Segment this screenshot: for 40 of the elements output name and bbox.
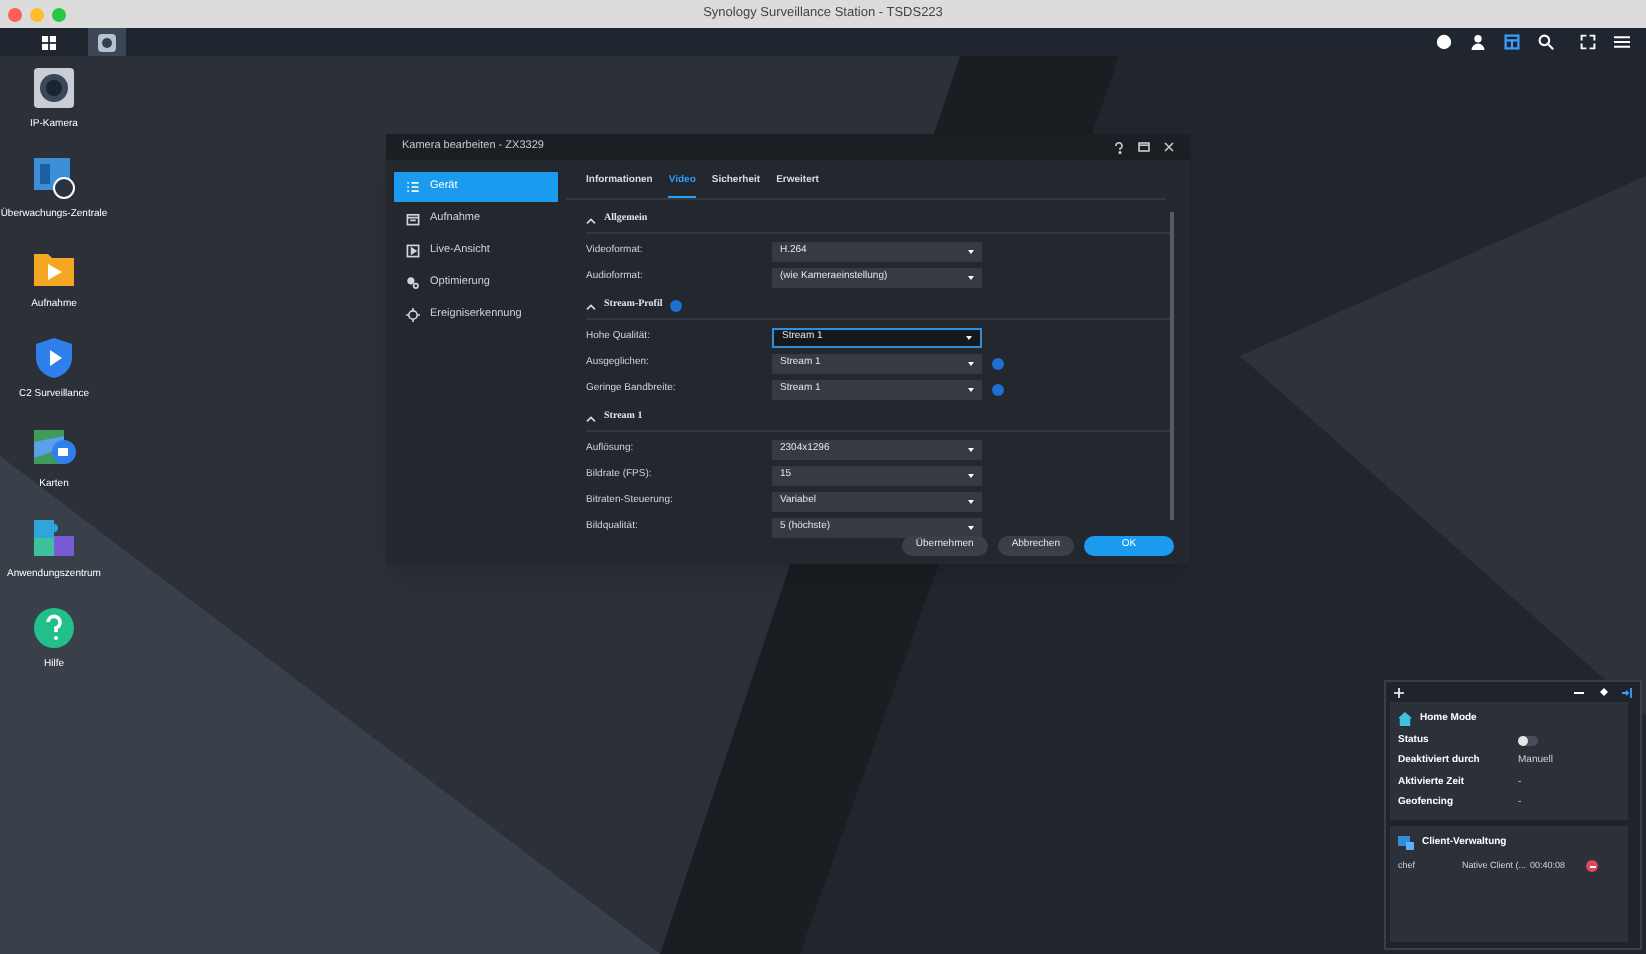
user-icon[interactable] [1470,34,1486,50]
menu-icon[interactable] [1614,34,1630,50]
add-icon[interactable] [1394,687,1404,697]
dropdown-caret-icon [968,275,974,279]
minimize-icon[interactable] [1574,691,1584,693]
collapse-chevron-icon[interactable] [586,303,596,309]
puzzle-icon [31,516,76,560]
dropdown-caret-icon [968,499,974,503]
monitor-icon [31,156,76,200]
calendar-icon [406,212,420,226]
collapse-chevron-icon[interactable] [586,217,596,223]
dropdown-caret-icon [966,335,972,339]
search-icon[interactable] [1538,34,1554,50]
panel-toggle-icon[interactable] [1622,687,1632,697]
dropdown-caret-icon [968,249,974,253]
disconnect-button[interactable] [1586,860,1598,872]
dropdown-caret-icon [968,473,974,477]
camera-icon [32,66,76,110]
widget-panel-icon[interactable] [1504,34,1520,50]
list-icon [406,180,420,194]
devices-icon [1398,836,1414,850]
house-icon [1398,712,1412,726]
collapse-chevron-icon[interactable] [586,415,596,421]
play-icon [406,244,420,258]
dropdown-caret-icon [968,361,974,365]
shield-icon [32,336,76,380]
dropdown-caret-icon [968,447,974,451]
map-icon [32,426,76,470]
dropdown-caret-icon [968,387,974,391]
close-icon[interactable] [1164,142,1174,152]
toggle-switch[interactable] [1518,735,1538,746]
dropdown-caret-icon [968,525,974,529]
maximize-icon[interactable] [1138,142,1150,152]
fullscreen-icon[interactable] [1580,34,1596,50]
target-icon [406,308,420,322]
gears-icon [406,276,420,290]
surveillance-app-icon[interactable] [88,28,126,56]
apps-grid-icon[interactable] [42,35,56,49]
help-icon[interactable] [1114,141,1124,153]
help-icon [32,606,76,650]
